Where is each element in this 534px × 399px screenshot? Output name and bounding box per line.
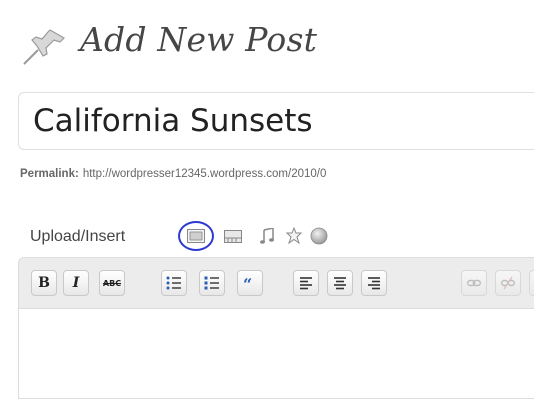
post-title-input[interactable]: [18, 92, 534, 150]
permalink-url[interactable]: http://wordpresser12345.wordpress.com/20…: [83, 168, 327, 180]
bold-button[interactable]: B: [31, 270, 57, 296]
svg-text:“: “: [243, 278, 252, 288]
blockquote-button[interactable]: “: [237, 270, 263, 296]
post-content-editor[interactable]: [18, 309, 534, 399]
unlink-icon: [501, 276, 515, 290]
bullet-list-icon: [166, 276, 181, 290]
numbered-list-icon: [204, 276, 219, 290]
add-other-icon[interactable]: [310, 227, 328, 245]
strikethrough-label: ABC: [102, 278, 122, 288]
permalink-label: Permalink:: [20, 168, 79, 180]
numbered-list-button[interactable]: [199, 270, 225, 296]
bold-label: B: [38, 275, 50, 291]
align-center-button[interactable]: [327, 270, 353, 296]
italic-label: I: [72, 275, 80, 291]
page-title: Add New Post: [80, 20, 318, 59]
add-video-icon[interactable]: [224, 230, 242, 243]
align-center-icon: [334, 277, 346, 290]
editor-toolbar: B I ABC “: [18, 257, 534, 309]
highlight-ring: [178, 221, 214, 251]
unlink-button[interactable]: [495, 270, 521, 296]
toolbar-overflow-button[interactable]: [529, 270, 534, 296]
blockquote-icon: “: [243, 278, 252, 288]
insert-link-button[interactable]: [461, 270, 487, 296]
upload-insert-label: Upload/Insert: [30, 228, 126, 245]
bullet-list-button[interactable]: [161, 270, 187, 296]
add-audio-icon[interactable]: [260, 228, 274, 244]
align-left-icon: [300, 277, 312, 290]
align-left-button[interactable]: [293, 270, 319, 296]
align-right-button[interactable]: [361, 270, 387, 296]
align-right-icon: [368, 277, 380, 290]
add-media-icon[interactable]: [285, 227, 303, 245]
link-icon: [467, 279, 481, 287]
pushpin-icon: [23, 29, 65, 65]
strikethrough-button[interactable]: ABC: [99, 270, 125, 296]
permalink: Permalink: http://wordpresser12345.wordpr…: [20, 168, 326, 180]
italic-button[interactable]: I: [63, 270, 89, 296]
